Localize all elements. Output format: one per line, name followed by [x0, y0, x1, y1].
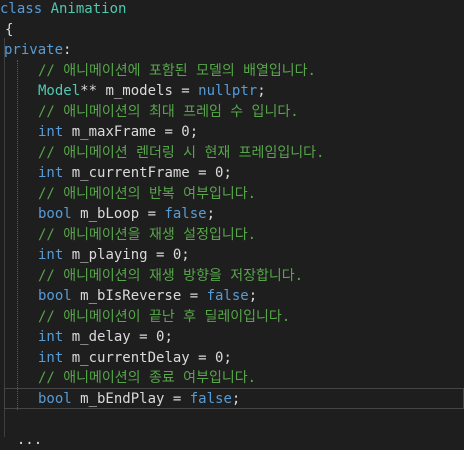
code-line-comment-reverse[interactable]: // 애니메이션의 재생 방향을 저장합니다.	[0, 266, 464, 287]
code-line-decl-maxframe[interactable]: int m_maxFrame = 0;	[0, 122, 464, 143]
token: bool	[38, 391, 72, 407]
code-text: // 애니메이션의 최대 프레임 수 입니다.	[38, 102, 299, 123]
code-text: ...	[0, 430, 42, 450]
token: m_playing = 0;	[63, 247, 189, 263]
code-text: class Animation	[0, 0, 126, 20]
code-line-decl-reverse[interactable]: bool m_bIsReverse = false;	[0, 286, 464, 307]
token: ...	[0, 432, 42, 448]
token: // 애니메이션이 끝난 후 딜레이입니다.	[38, 309, 290, 325]
token: m_bLoop =	[72, 206, 165, 222]
code-text: int m_currentFrame = 0;	[38, 163, 232, 184]
code-text: // 애니메이션에 포함된 모델의 배열입니다.	[38, 61, 316, 82]
code-line-class-decl[interactable]: class Animation	[0, 0, 464, 20]
token: m_bEndPlay =	[72, 391, 190, 407]
token: int	[38, 329, 63, 345]
token: // 애니메이션을 재생 설정입니다.	[38, 227, 256, 243]
code-text: // 애니메이션을 재생 설정입니다.	[38, 225, 256, 246]
token: class	[0, 1, 51, 17]
token: int	[38, 247, 63, 263]
code-text: int m_maxFrame = 0;	[38, 122, 198, 143]
token: ;	[207, 206, 215, 222]
code-line-decl-delay[interactable]: int m_delay = 0;	[0, 327, 464, 348]
token: ;	[257, 83, 265, 99]
code-text: // 애니메이션이 끝난 후 딜레이입니다.	[38, 307, 290, 328]
token: false	[190, 391, 232, 407]
code-text: int m_playing = 0;	[38, 245, 190, 266]
token: ;	[249, 288, 257, 304]
code-line-decl-currentframe[interactable]: int m_currentFrame = 0;	[0, 163, 464, 184]
code-line-decl-playing[interactable]: int m_playing = 0;	[0, 245, 464, 266]
token: Animation	[51, 1, 127, 17]
token: int	[38, 350, 63, 366]
code-text: int m_currentDelay = 0;	[38, 348, 232, 369]
code-line-decl-loop[interactable]: bool m_bLoop = false;	[0, 204, 464, 225]
token: ;	[232, 391, 240, 407]
token: int	[38, 165, 63, 181]
token: // 애니메이션의 최대 프레임 수 입니다.	[38, 104, 299, 120]
token: int	[38, 124, 63, 140]
token: ** m_models =	[80, 83, 198, 99]
code-text: // 애니메이션의 재생 방향을 저장합니다.	[38, 266, 303, 287]
code-text: // 애니메이션 렌더링 시 현재 프레임입니다.	[38, 143, 324, 164]
code-line-partial-next[interactable]: ...	[0, 430, 464, 450]
code-text: bool m_bIsReverse = false;	[38, 286, 257, 307]
token: :	[63, 42, 71, 58]
token: bool	[38, 206, 72, 222]
token: // 애니메이션의 재생 방향을 저장합니다.	[38, 268, 303, 284]
token: m_currentFrame = 0;	[63, 165, 232, 181]
token: m_currentDelay = 0;	[63, 350, 232, 366]
token: // 애니메이션의 종료 여부입니다.	[38, 370, 256, 386]
code-line-brace-open[interactable]: {	[0, 20, 464, 41]
code-text: int m_delay = 0;	[38, 327, 173, 348]
token: // 애니메이션의 반복 여부입니다.	[38, 186, 256, 202]
code-line-comment-maxframe[interactable]: // 애니메이션의 최대 프레임 수 입니다.	[0, 102, 464, 123]
token: nullptr	[198, 83, 257, 99]
code-text: {	[5, 20, 13, 41]
code-line-comment-loop[interactable]: // 애니메이션의 반복 여부입니다.	[0, 184, 464, 205]
code-line-comment-playing[interactable]: // 애니메이션을 재생 설정입니다.	[0, 225, 464, 246]
code-line-blank[interactable]	[0, 409, 464, 430]
token: Model	[38, 83, 80, 99]
code-line-comment-endplay[interactable]: // 애니메이션의 종료 여부입니다.	[0, 368, 464, 389]
token: false	[207, 288, 249, 304]
code-text: private:	[4, 40, 71, 61]
token: false	[164, 206, 206, 222]
token: m_maxFrame = 0;	[63, 124, 198, 140]
code-text: bool m_bEndPlay = false;	[38, 389, 240, 410]
token: // 애니메이션에 포함된 모델의 배열입니다.	[38, 63, 316, 79]
code-line-comment-models[interactable]: // 애니메이션에 포함된 모델의 배열입니다.	[0, 61, 464, 82]
token: m_delay = 0;	[63, 329, 173, 345]
code-text: // 애니메이션의 반복 여부입니다.	[38, 184, 256, 205]
code-line-decl-endplay[interactable]: bool m_bEndPlay = false;	[0, 389, 464, 410]
code-text: Model** m_models = nullptr;	[38, 81, 266, 102]
code-line-access-private[interactable]: private:	[0, 40, 464, 61]
code-line-comment-currentframe[interactable]: // 애니메이션 렌더링 시 현재 프레임입니다.	[0, 143, 464, 164]
code-text: // 애니메이션의 종료 여부입니다.	[38, 368, 256, 389]
token: private	[4, 42, 63, 58]
code-line-comment-delay[interactable]: // 애니메이션이 끝난 후 딜레이입니다.	[0, 307, 464, 328]
token: m_bIsReverse =	[72, 288, 207, 304]
code-line-decl-models[interactable]: Model** m_models = nullptr;	[0, 81, 464, 102]
code-editor[interactable]: class Animation { private: // 애니메이션에 포함된 모델…	[0, 0, 464, 437]
token: {	[5, 22, 13, 38]
token: bool	[38, 288, 72, 304]
code-text: bool m_bLoop = false;	[38, 204, 215, 225]
code-line-decl-currentdelay[interactable]: int m_currentDelay = 0;	[0, 348, 464, 369]
token: // 애니메이션 렌더링 시 현재 프레임입니다.	[38, 145, 324, 161]
